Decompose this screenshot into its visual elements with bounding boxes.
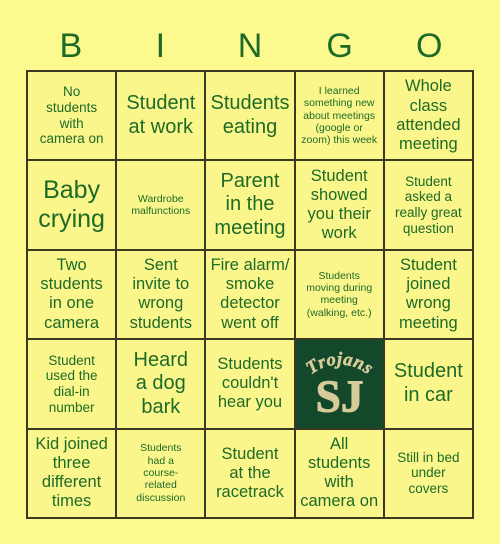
bingo-cell[interactable]: I learned something new about meetings (… [295, 72, 385, 162]
bingo-cell[interactable]: Students had a course- related discussio… [117, 429, 207, 519]
header-letter-b: B [59, 27, 83, 65]
bingo-cell-label: Student at work [126, 92, 196, 138]
bingo-cell[interactable]: Student showed you their work [295, 161, 385, 251]
bingo-cell-label: Still in bed under covers [397, 449, 460, 497]
bingo-cell[interactable]: Kid joined three different times [28, 429, 118, 519]
header-letter-i: I [155, 27, 166, 65]
bingo-cell[interactable]: Student at the racetrack [206, 429, 296, 519]
bingo-cell[interactable]: Still in bed under covers [384, 429, 474, 519]
bingo-cell[interactable]: Two students in one camera [28, 250, 118, 341]
bingo-cell-label: Student joined wrong meeting [399, 256, 458, 332]
bingo-cell[interactable]: Heard a dog bark [117, 340, 207, 430]
bingo-cell-label: Sent invite to wrong students [129, 256, 192, 332]
bingo-cell-label: Parent in the meeting [214, 169, 286, 239]
bingo-cell-label: Wardrobe malfunctions [131, 192, 191, 218]
bingo-cell-label: Students eating [210, 92, 290, 138]
bingo-cell[interactable]: Student used the dial-in number [28, 340, 118, 430]
bingo-cell-label: Students had a course- related discussio… [136, 442, 186, 504]
bingo-cell-label: No students with camera on [39, 84, 104, 147]
trojans-logo: Trojans SJ [296, 340, 383, 427]
trojans-monogram-text: SJ [315, 372, 363, 422]
bingo-cell[interactable]: Fire alarm/ smoke detector went off [206, 250, 296, 341]
bingo-cell[interactable]: Baby crying [28, 161, 118, 251]
bingo-cell-label: Fire alarm/ smoke detector went off [210, 256, 290, 332]
bingo-cell-label: Two students in one camera [40, 256, 103, 332]
bingo-cell[interactable]: Student at work [117, 72, 207, 162]
bingo-cell-label: Heard a dog bark [133, 348, 189, 418]
bingo-cell-label: All students with camera on [300, 435, 379, 511]
bingo-cell-label: Kid joined three different times [35, 435, 108, 511]
bingo-cell[interactable]: Students couldn't hear you [206, 340, 296, 430]
bingo-header: B I N G O [26, 22, 474, 70]
bingo-cell[interactable]: All students with camera on [295, 429, 385, 519]
bingo-cell-label: Student in car [393, 360, 463, 406]
header-letter-n: N [237, 27, 263, 65]
bingo-cell-label: Whole class attended meeting [396, 77, 461, 153]
bingo-cell-label: Student used the dial-in number [45, 352, 98, 415]
header-letter-g: G [326, 27, 353, 65]
bingo-cell[interactable]: Student joined wrong meeting [384, 250, 474, 341]
bingo-cell-label: Student showed you their work [307, 166, 371, 243]
bingo-cell-label: Student asked a really great question [394, 173, 462, 236]
bingo-cell[interactable]: Students eating [206, 72, 296, 162]
bingo-cell-label: Students couldn't hear you [217, 355, 283, 412]
bingo-cell-label: Student at the racetrack [216, 444, 284, 501]
bingo-cell[interactable]: Sent invite to wrong students [117, 250, 207, 341]
bingo-cell[interactable]: Student in car [384, 340, 474, 430]
bingo-cell[interactable]: Student asked a really great question [384, 161, 474, 251]
bingo-cell[interactable]: Parent in the meeting [206, 161, 296, 251]
bingo-cell-label: Baby crying [38, 175, 105, 234]
bingo-cell-label: Students moving during meeting (walking,… [306, 269, 373, 319]
bingo-cell[interactable]: Students moving during meeting (walking,… [295, 250, 385, 341]
bingo-cell[interactable]: No students with camera on [28, 72, 118, 162]
header-letter-o: O [415, 27, 443, 65]
bingo-free-space[interactable]: Trojans SJ [295, 340, 385, 430]
bingo-cell[interactable]: Wardrobe malfunctions [117, 161, 207, 251]
bingo-cell-label: I learned something new about meetings (… [301, 84, 378, 147]
bingo-cell[interactable]: Whole class attended meeting [384, 72, 474, 162]
trojans-logo-svg: TrojansSJ [301, 349, 377, 423]
bingo-card: B I N G O No students with camera on Stud… [0, 0, 500, 544]
bingo-grid: No students with camera on Student at wor… [26, 70, 474, 519]
